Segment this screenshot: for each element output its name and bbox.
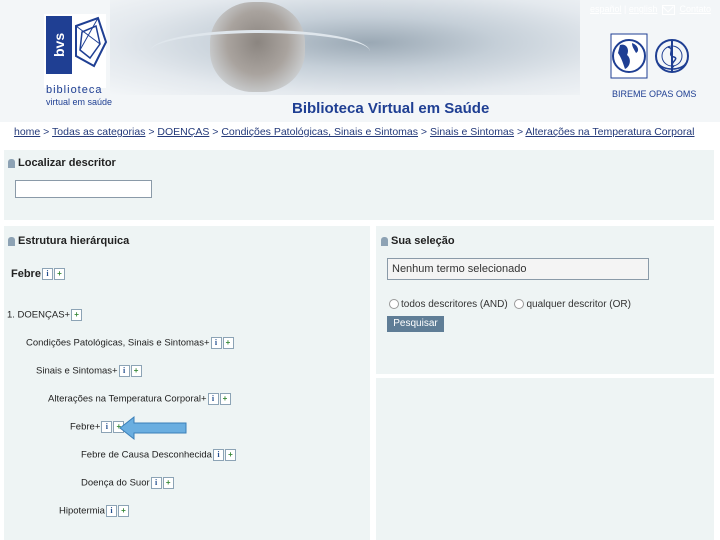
breadcrumb-alteracoes[interactable]: Alterações na Temperatura Corporal (525, 126, 694, 138)
locate-input[interactable] (15, 180, 152, 198)
selection-title: Sua seleção (381, 235, 455, 247)
logo-line1: biblioteca (46, 84, 103, 96)
breadcrumb-condicoes[interactable]: Condições Patológicas, Sinais e Sintomas (221, 126, 418, 138)
top-links: español | english Contato (590, 4, 711, 15)
radio-or[interactable] (514, 299, 525, 310)
selection-box[interactable]: Nenhum termo selecionado (387, 258, 649, 280)
search-options: todos descritores (AND) qualquer descrit… (389, 299, 631, 310)
hierarchy-title: Estrutura hierárquica (8, 235, 129, 247)
add-icon[interactable]: + (219, 393, 231, 405)
breadcrumb: home > Todas as categorias > DOENÇAS > C… (14, 126, 695, 138)
who-emblem-icon[interactable] (652, 33, 692, 79)
bireme-globe-icon[interactable] (610, 33, 648, 79)
organizations: BIREME OPAS OMS (612, 89, 697, 99)
add-icon[interactable]: + (222, 337, 234, 349)
tree-item-sinais[interactable]: Sinais e Sintomas+ i + (36, 365, 142, 377)
info-icon[interactable]: i (212, 449, 224, 461)
info-icon[interactable]: i (101, 421, 113, 433)
lang-en-link[interactable]: english (629, 4, 658, 14)
breadcrumb-all-categories[interactable]: Todas as categorias (52, 126, 145, 138)
lang-es-link[interactable]: español (590, 4, 622, 14)
search-button[interactable]: Pesquisar (387, 316, 444, 332)
logo-line2: virtual em saúde (46, 97, 113, 107)
radio-and-label[interactable]: todos descritores (AND) (401, 299, 508, 310)
selection-panel-footer (376, 378, 714, 540)
add-icon[interactable]: + (53, 268, 65, 281)
info-icon[interactable]: i (105, 505, 117, 517)
radio-or-label[interactable]: qualquer descritor (OR) (526, 299, 630, 310)
info-icon[interactable]: i (150, 477, 162, 489)
add-icon[interactable]: + (224, 449, 236, 461)
pointer-arrow-icon (119, 415, 187, 441)
tree-item-doencas[interactable]: 1. DOENÇAS+ + (7, 309, 83, 321)
banner-glasses (150, 30, 370, 73)
header: bvs biblioteca virtual em saúde Bibliote… (0, 0, 720, 122)
breadcrumb-sinais[interactable]: Sinais e Sintomas (430, 126, 514, 138)
logo-mark: bvs (46, 16, 72, 74)
tree-item-alteracoes[interactable]: Alterações na Temperatura Corporal+ i + (48, 393, 231, 405)
info-icon[interactable]: i (41, 268, 53, 281)
bullet-icon (8, 236, 15, 246)
contact-link[interactable]: Contato (679, 4, 711, 14)
envelope-icon[interactable] (661, 4, 675, 15)
add-icon[interactable]: + (130, 365, 142, 377)
info-icon[interactable]: i (207, 393, 219, 405)
add-icon[interactable]: + (162, 477, 174, 489)
add-icon[interactable]: + (71, 309, 83, 321)
bullet-icon (381, 236, 388, 246)
breadcrumb-doencas[interactable]: DOENÇAS (157, 126, 209, 138)
info-icon[interactable]: i (118, 365, 130, 377)
tree-item-febre[interactable]: Febre+ i + (70, 421, 125, 433)
tree-item-condicoes[interactable]: Condições Patológicas, Sinais e Sintomas… (26, 337, 234, 349)
radio-and[interactable] (389, 299, 399, 310)
page-title: Biblioteca Virtual em Saúde (292, 100, 490, 117)
bullet-icon (8, 158, 15, 168)
tree-item-febre-causa-desconhecida[interactable]: Febre de Causa Desconhecida i + (81, 449, 236, 461)
logo-polygon-icon (75, 16, 108, 68)
info-icon[interactable]: i (210, 337, 222, 349)
breadcrumb-home[interactable]: home (14, 126, 40, 138)
locate-title: Localizar descritor (8, 157, 116, 169)
add-icon[interactable]: + (117, 505, 129, 517)
tree-item-doenca-suor[interactable]: Doença do Suor i + (81, 477, 174, 489)
tree-item-hipotermia[interactable]: Hipotermia i + (59, 505, 129, 517)
current-term: Febre i + (11, 268, 65, 281)
lang-separator: | (624, 4, 627, 14)
